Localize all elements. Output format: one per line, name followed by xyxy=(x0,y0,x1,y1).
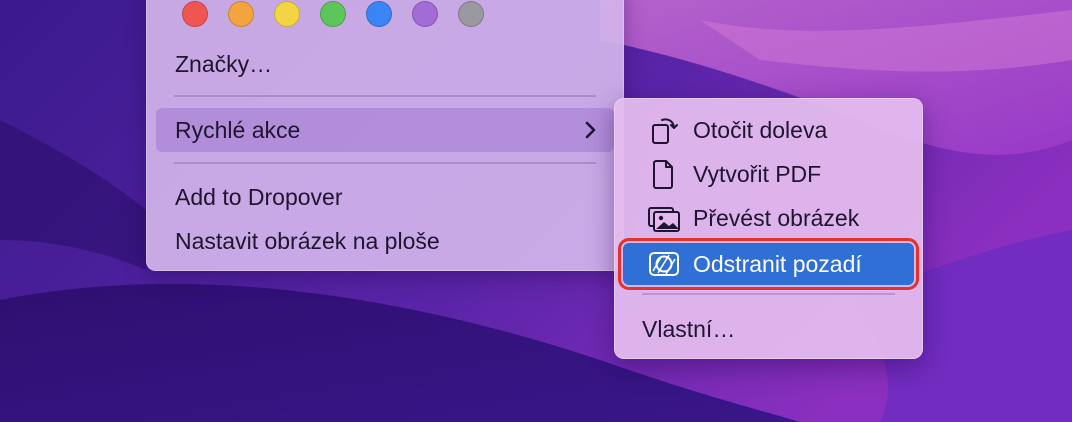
menu-item-quick-actions[interactable]: Rychlé akce xyxy=(156,108,614,152)
menu-item-tags-label: Značky… xyxy=(175,51,273,77)
menu-item-add-to-dropover[interactable]: Add to Dropover xyxy=(156,175,614,219)
submenu-item-convert-image-label: Převést obrázek xyxy=(693,205,860,231)
submenu-item-custom-label: Vlastní… xyxy=(642,316,736,342)
tag-gray[interactable] xyxy=(458,1,484,27)
tag-purple[interactable] xyxy=(412,1,438,27)
tag-yellow[interactable] xyxy=(274,1,300,27)
tag-color-picker xyxy=(182,1,484,27)
submenu-item-custom[interactable]: Vlastní… xyxy=(642,308,735,350)
rotate-left-icon xyxy=(647,109,681,151)
menu-item-add-to-dropover-label: Add to Dropover xyxy=(175,184,343,210)
submenu-item-remove-background[interactable]: Odstranit pozadí xyxy=(618,238,919,290)
menu-separator xyxy=(642,293,895,295)
submenu-item-rotate-left-label: Otočit doleva xyxy=(693,117,828,143)
chevron-right-icon xyxy=(584,108,598,152)
photos-icon xyxy=(647,197,681,239)
document-icon xyxy=(647,153,681,195)
tag-red[interactable] xyxy=(182,1,208,27)
tag-orange[interactable] xyxy=(228,1,254,27)
submenu-item-create-pdf-label: Vytvořit PDF xyxy=(693,161,822,187)
remove-background-icon xyxy=(647,243,681,285)
quick-actions-submenu: Otočit doleva Vytvořit PDF Převést obráz… xyxy=(614,98,923,359)
context-menu: Značky… Rychlé akce Add to Dropover Nast… xyxy=(146,0,624,271)
submenu-item-convert-image[interactable]: Převést obrázek xyxy=(623,197,914,239)
submenu-item-remove-background-label: Odstranit pozadí xyxy=(693,251,862,277)
menu-item-set-desktop-picture-label: Nastavit obrázek na ploše xyxy=(175,228,440,254)
menu-separator xyxy=(174,95,596,97)
submenu-item-create-pdf[interactable]: Vytvořit PDF xyxy=(623,153,914,195)
menu-item-tags[interactable]: Značky… xyxy=(156,42,614,86)
submenu-item-rotate-left[interactable]: Otočit doleva xyxy=(623,109,914,151)
menu-separator xyxy=(174,162,596,164)
tag-blue[interactable] xyxy=(366,1,392,27)
menu-item-quick-actions-label: Rychlé akce xyxy=(175,117,301,143)
menu-item-set-desktop-picture[interactable]: Nastavit obrázek na ploše xyxy=(156,219,614,263)
tag-green[interactable] xyxy=(320,1,346,27)
